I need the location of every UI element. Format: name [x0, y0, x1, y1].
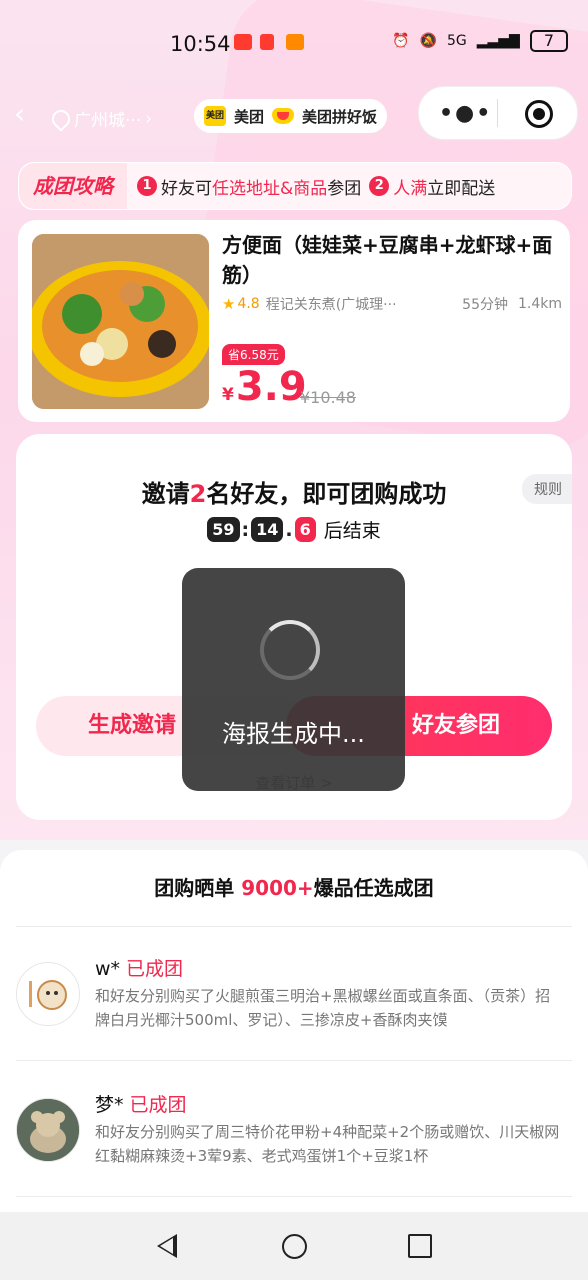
invite-count: 2 [189, 480, 207, 508]
currency-symbol: ¥ [222, 385, 234, 405]
product-meta: ★ 4.8 程记关东煮(广城理··· 55分钟 1.4km [222, 294, 562, 314]
countdown-dot: . [285, 518, 293, 541]
status-right: ⏰ 🔕 5G ▂▃▅▇ 7 [392, 30, 568, 52]
countdown-minutes: 59 [207, 517, 240, 542]
loading-toast: 海报生成中... [182, 568, 405, 791]
capsule-divider [497, 99, 498, 127]
network-label: 5G [446, 33, 467, 49]
countdown-seconds: 14 [251, 517, 284, 542]
strategy-step-2: 2 人满 立即配送 [369, 174, 495, 199]
step-number-1: 1 [137, 176, 157, 196]
avatar [16, 1098, 80, 1162]
chevron-right-icon: › [145, 108, 153, 129]
strategy-step-1: 1 好友可 任选地址&商品 参团 [137, 174, 361, 199]
miniapp-capsule: •●• [418, 86, 578, 140]
countdown-suffix: 后结束 [323, 520, 381, 542]
avatar [16, 962, 80, 1026]
invite-title-prefix: 邀请 [141, 480, 190, 508]
brand-pill: 美团 美团 美团拼好饭 [194, 99, 388, 133]
nav-recent-apps-icon[interactable] [408, 1234, 432, 1258]
invite-title: 邀请2名好友，即可团购成功 [16, 474, 572, 509]
nav-back-icon[interactable] [157, 1234, 177, 1258]
product-price: ¥ 3.9 [222, 362, 307, 412]
back-arrow-icon[interactable]: ‹ [14, 100, 34, 128]
meituan-logo-icon: 美团 [204, 106, 226, 126]
entry-status: 已成团 [129, 1094, 187, 1116]
entry-description: 和好友分别购买了火腿煎蛋三明治+黑椒螺丝面或直条面、（贡茶）招牌白月光椰汁500… [95, 987, 551, 1029]
status-bar: 10:54 ⏰ 🔕 5G ▂▃▅▇ 7 [0, 0, 588, 88]
countdown-timer: 59 : 14 . 6 后结束 [16, 516, 572, 543]
step2-highlight: 人满 [393, 178, 428, 199]
toast-text: 海报生成中... [222, 720, 365, 748]
shop-name: 程记关东煮(广城理··· [265, 297, 397, 313]
entry-name: w* 已成团 [95, 954, 183, 981]
step-number-2: 2 [369, 176, 390, 196]
mute-icon: 🔕 [419, 33, 437, 49]
location-label: 广州城··· [74, 111, 142, 131]
step1-prefix: 好友可 [161, 178, 212, 199]
app-notification-icon [286, 34, 304, 50]
more-icon[interactable]: •●• [439, 101, 492, 126]
alarm-icon: ⏰ [392, 33, 410, 49]
entry-name: 梦* 已成团 [95, 1090, 187, 1117]
entry-status: 已成团 [126, 958, 184, 980]
group-feed: 团购晒单 9000+爆品任选成团 w* 已成团 和好友分别购买了火腿煎蛋三明治+黑… [0, 850, 588, 1212]
delivery-distance: 1.4km [517, 296, 562, 312]
product-card[interactable]: 方便面（娃娃菜+豆腐串+龙虾球+面筋） ★ 4.8 程记关东煮(广城理··· 5… [18, 220, 570, 422]
invite-title-suffix: 名好友，即可团购成功 [206, 480, 447, 508]
entry-username: 梦* [95, 1094, 124, 1116]
feed-divider [16, 926, 572, 927]
feed-divider [16, 1196, 572, 1197]
battery-alert-icon [260, 34, 274, 50]
feed-divider [16, 1060, 572, 1061]
nav-bar: ‹ 广州城··· › 美团 美团 美团拼好饭 •●• [0, 86, 588, 150]
star-icon: ★ [222, 295, 236, 313]
status-time: 10:54 [170, 32, 231, 56]
group-strategy-banner: 成团攻略 1 好友可 任选地址&商品 参团 2 人满 立即配送 [18, 162, 572, 210]
pinhaofan-logo-icon [272, 108, 295, 124]
feed-title-count: 9000+ [241, 876, 314, 900]
entry-username: w* [95, 958, 121, 980]
nav-home-icon[interactable] [282, 1234, 307, 1259]
step1-highlight: 任选地址&商品 [212, 178, 328, 199]
system-navigation-bar [0, 1212, 588, 1280]
price-value: 3.9 [235, 364, 307, 410]
step2-suffix: 立即配送 [427, 178, 496, 199]
feed-title-prefix: 团购晒单 [154, 876, 235, 900]
entry-description: 和好友分别购买了周三特价花甲粉+4种配菜+2个肠或赠饮、川天椒网红黏糊麻辣烫+3… [95, 1123, 560, 1165]
delivery-time: 55分钟 [462, 297, 508, 313]
close-miniapp-icon[interactable] [525, 100, 553, 128]
feed-title: 团购晒单 9000+爆品任选成团 [0, 872, 588, 901]
original-price: ¥10.48 [300, 388, 356, 407]
countdown-colon: : [241, 518, 250, 541]
feed-title-suffix: 爆品任选成团 [313, 876, 434, 900]
product-image [32, 234, 209, 409]
product-name: 方便面（娃娃菜+豆腐串+龙虾球+面筋） [222, 233, 553, 287]
video-record-icon [234, 34, 252, 50]
battery-indicator: 7 [529, 30, 568, 52]
location-selector[interactable]: 广州城··· › [48, 105, 153, 132]
product-rating: 4.8 [237, 296, 260, 312]
step1-suffix: 参团 [327, 178, 362, 199]
brand-pinhaofan-label: 美团拼好饭 [302, 107, 378, 126]
signal-icon: ▂▃▅▇ [476, 33, 520, 49]
loading-spinner-icon [260, 620, 320, 680]
strategy-tag: 成团攻略 [19, 163, 127, 209]
location-pin-icon [48, 105, 74, 132]
countdown-tenths: 6 [294, 517, 316, 542]
brand-meituan-label: 美团 [234, 107, 265, 126]
